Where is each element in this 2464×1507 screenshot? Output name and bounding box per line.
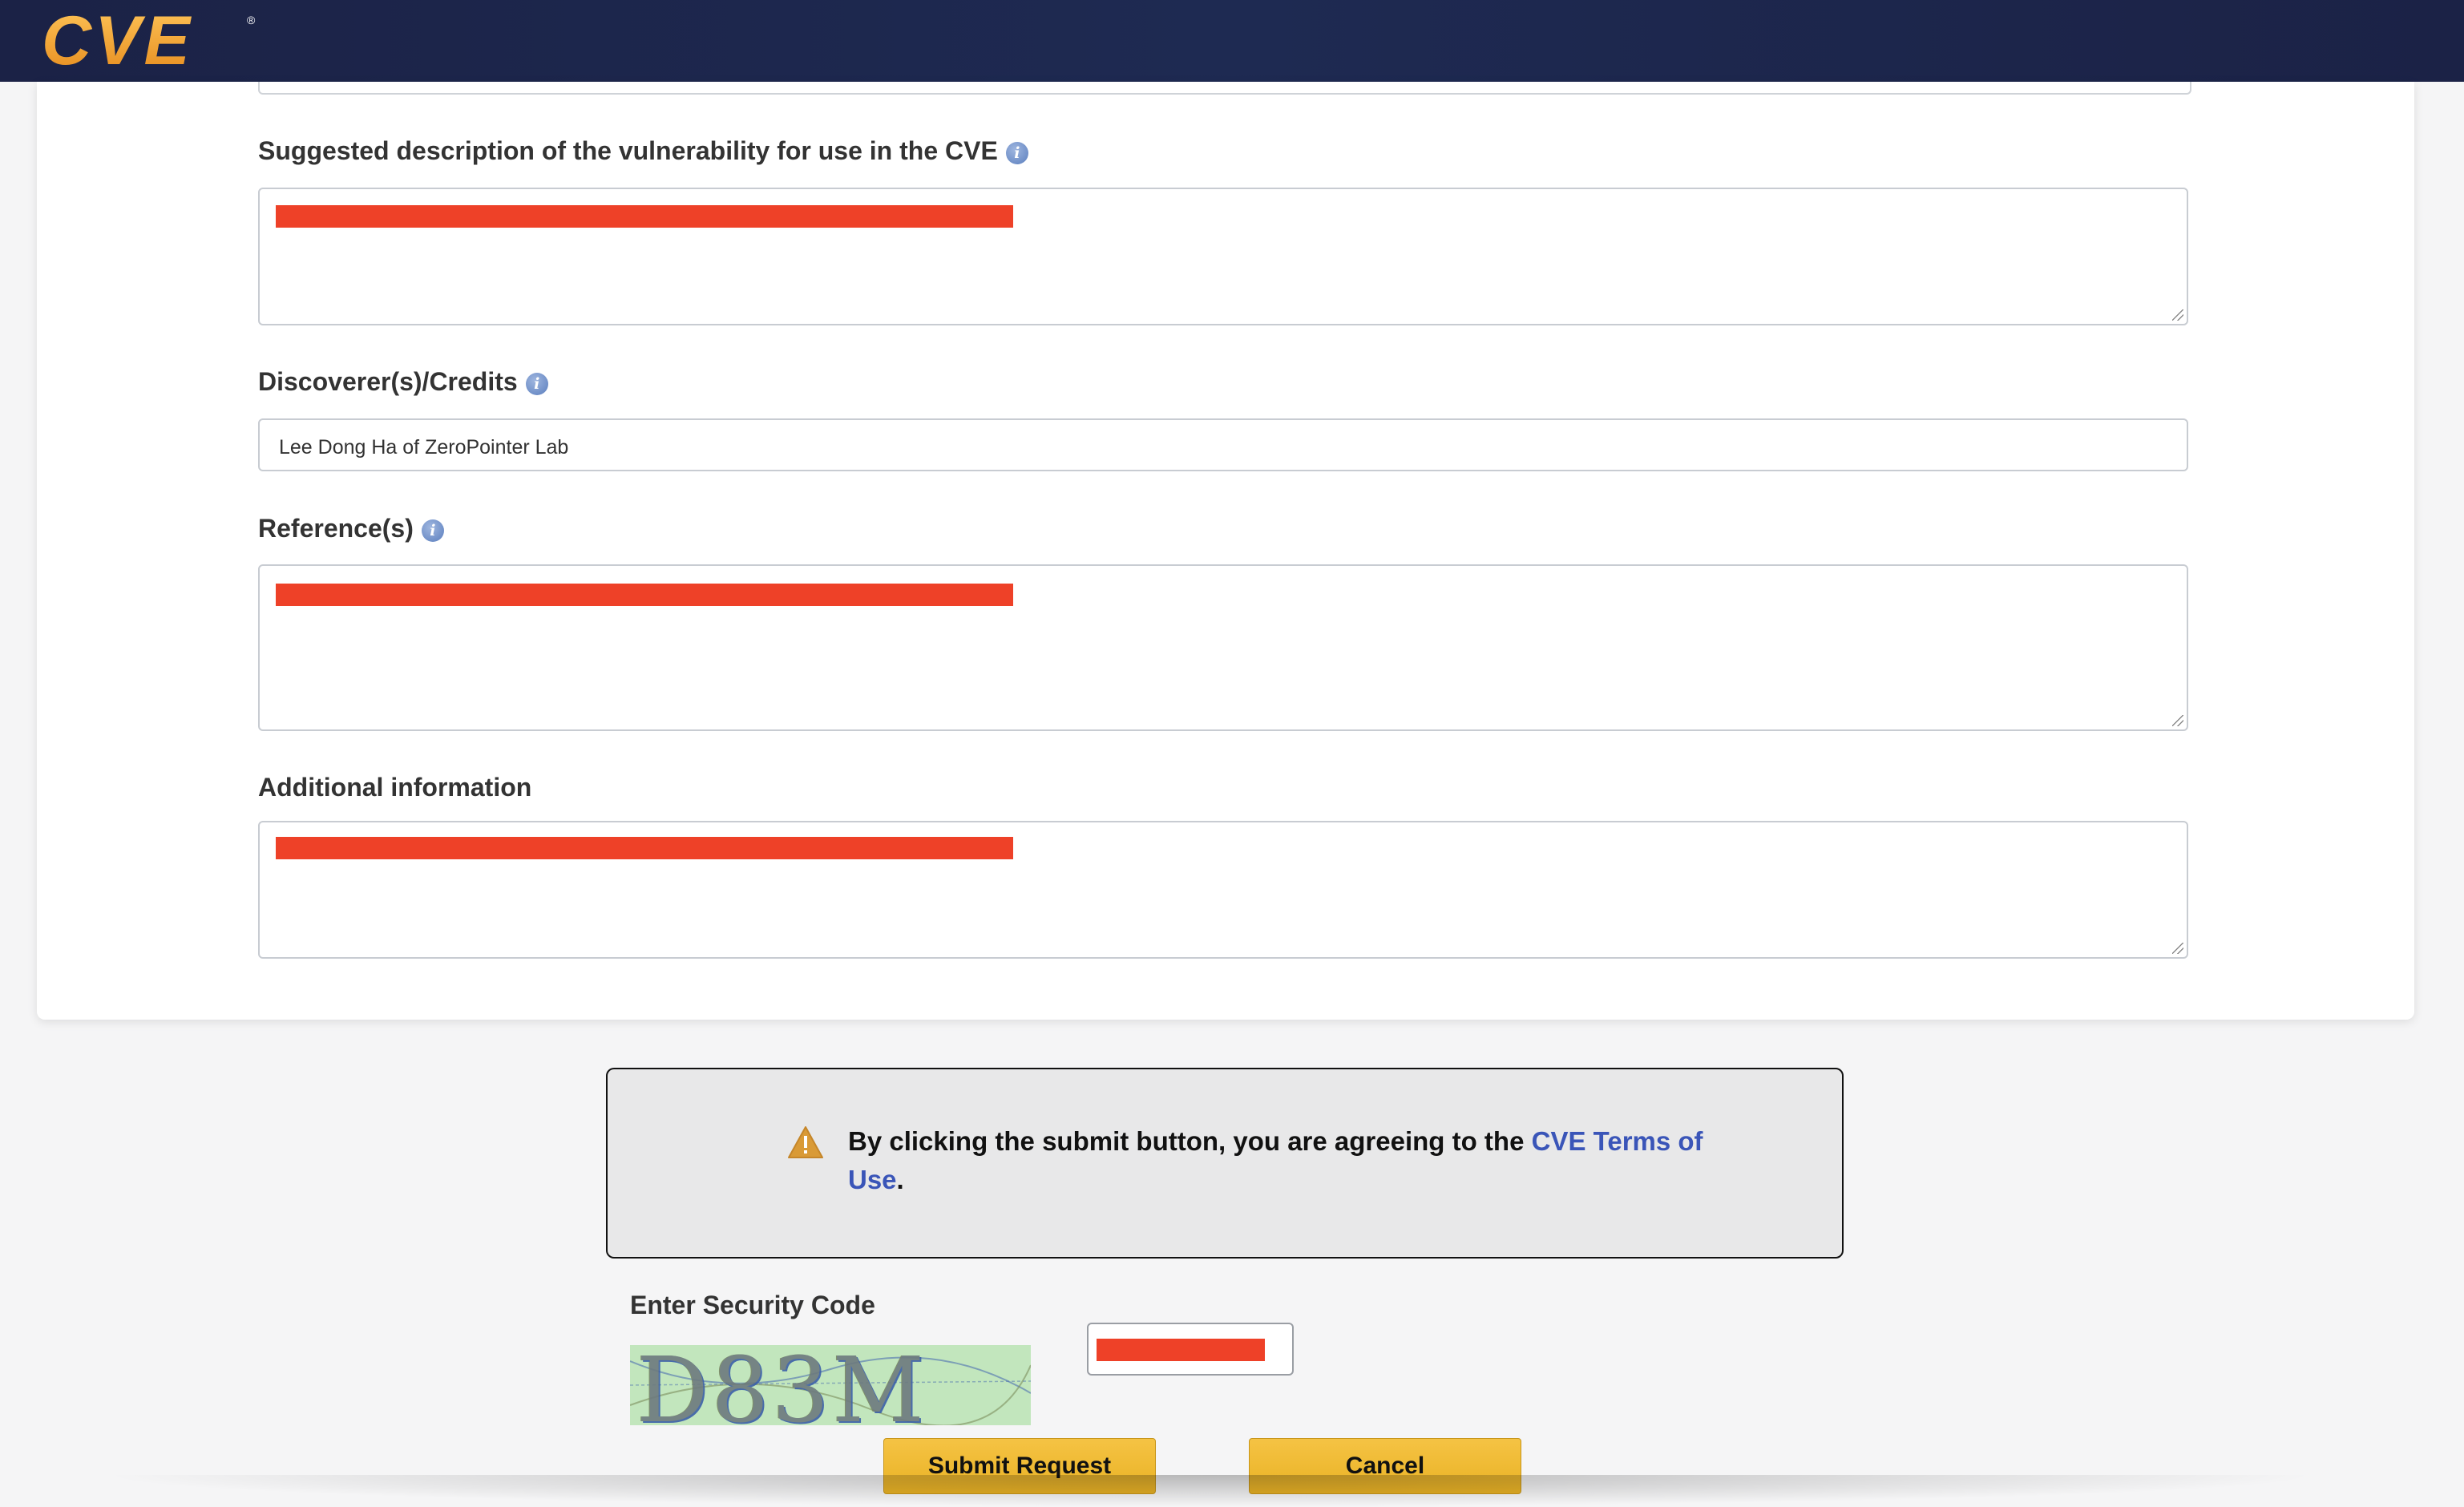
description-label: Suggested description of the vulnerabili… [258, 136, 1028, 166]
credits-label-text: Discoverer(s)/Credits [258, 367, 518, 396]
notice-text-after: . [896, 1165, 904, 1194]
svg-text:CVE: CVE [42, 6, 193, 74]
redacted-content [276, 837, 1013, 859]
captcha-image: D83M [630, 1345, 1031, 1425]
credits-label: Discoverer(s)/Credits i [258, 367, 548, 397]
resize-handle-icon[interactable] [2172, 309, 2183, 321]
additional-label: Additional information [258, 773, 531, 802]
warning-icon [788, 1126, 823, 1158]
previous-textarea[interactable] [258, 82, 2191, 95]
credits-input[interactable]: Lee Dong Ha of ZeroPointer Lab [258, 418, 2188, 471]
security-code-label: Enter Security Code [630, 1291, 875, 1319]
references-textarea[interactable] [258, 564, 2188, 731]
redacted-content [1097, 1339, 1265, 1361]
terms-notice: By clicking the submit button, you are a… [606, 1068, 1844, 1259]
resize-handle-icon[interactable] [2172, 715, 2183, 726]
notice-text: By clicking the submit button, you are a… [848, 1122, 1730, 1199]
security-code-input[interactable] [1087, 1323, 1294, 1376]
credits-value: Lee Dong Ha of ZeroPointer Lab [279, 436, 569, 459]
info-icon[interactable]: i [1005, 141, 1028, 164]
redacted-content [276, 205, 1013, 228]
description-textarea[interactable] [258, 188, 2188, 325]
additional-textarea[interactable] [258, 821, 2188, 959]
additional-label-text: Additional information [258, 773, 532, 802]
info-icon[interactable]: i [421, 519, 444, 542]
notice-text-before: By clicking the submit button, you are a… [848, 1126, 1532, 1156]
cve-logo[interactable]: CVE ® [40, 6, 265, 74]
redacted-content [276, 584, 1013, 606]
svg-text:®: ® [247, 14, 256, 26]
info-icon[interactable]: i [525, 372, 548, 395]
resize-handle-icon[interactable] [2172, 943, 2183, 954]
references-label-text: Reference(s) [258, 514, 414, 543]
footer-shadow [96, 1475, 2325, 1507]
description-label-text: Suggested description of the vulnerabili… [258, 136, 998, 165]
captcha-text: D83M [636, 1345, 927, 1425]
site-header: CVE ® [0, 0, 2464, 82]
references-label: Reference(s) i [258, 514, 444, 543]
